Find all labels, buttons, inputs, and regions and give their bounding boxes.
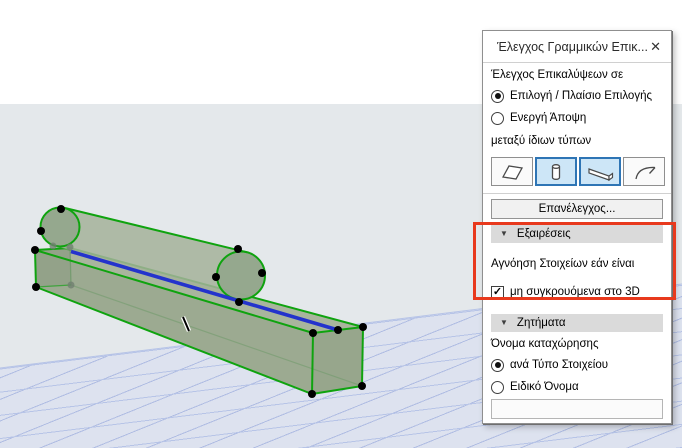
type-button-column[interactable]: [535, 157, 577, 186]
radio-per-element-type[interactable]: ανά Τύπο Στοιχείου: [491, 357, 663, 373]
section-header-label: Ζητήματα: [516, 317, 566, 329]
radio-icon: [491, 358, 504, 372]
radio-icon: [491, 380, 504, 394]
element-type-buttons: [491, 157, 665, 186]
radio-selection-marquee[interactable]: Επιλογή / Πλαίσιο Επιλογής: [491, 88, 663, 104]
scope-label: Έλεγχος Επικαλύψεων σε: [491, 69, 624, 81]
entry-name-label: Όνομα καταχώρησης: [491, 338, 599, 350]
type-button-beam[interactable]: [579, 157, 621, 186]
type-button-curve[interactable]: [623, 157, 665, 186]
issues-section-header[interactable]: ▼ Ζητήματα: [491, 314, 663, 332]
checkbox-icon: ✓: [491, 285, 504, 299]
collision-check-dialog: Έλεγχος Γραμμικών Επικ... ✕ Έλεγχος Επικ…: [482, 30, 672, 424]
beam-icon: [588, 167, 614, 181]
between-types-label: μεταξύ ίδιων τύπων: [491, 135, 592, 147]
close-icon[interactable]: ✕: [650, 39, 661, 55]
checkbox-label: μη συγκρουόμενα στο 3D: [510, 286, 640, 298]
collapse-triangle-icon: ▼: [500, 318, 508, 327]
dialog-titlebar[interactable]: Έλεγχος Γραμμικών Επικ... ✕: [483, 31, 671, 62]
radio-label: ανά Τύπο Στοιχείου: [510, 359, 609, 371]
recheck-button[interactable]: Επανέλεγχος...: [491, 199, 663, 219]
title-separator: [483, 62, 671, 63]
dialog-title: Έλεγχος Γραμμικών Επικ...: [497, 39, 648, 54]
custom-name-input[interactable]: [491, 399, 663, 419]
section-header-label: Εξαιρέσεις: [516, 228, 571, 240]
ignore-elements-label: Αγνόηση Στοιχείων εάν είναι: [491, 258, 635, 270]
buttons-separator: [483, 193, 671, 194]
collapse-triangle-icon: ▼: [500, 229, 508, 238]
type-button-slab[interactable]: [491, 157, 533, 186]
column-icon: [551, 163, 561, 180]
exceptions-section-header[interactable]: ▼ Εξαιρέσεις: [491, 225, 663, 243]
curve-icon: [635, 166, 656, 179]
radio-custom-name[interactable]: Ειδικό Όνομα: [491, 379, 663, 395]
checkbox-not-colliding-3d[interactable]: ✓ μη συγκρουόμενα στο 3D: [491, 284, 663, 300]
radio-label: Επιλογή / Πλαίσιο Επιλογής: [510, 90, 653, 102]
radio-icon: [491, 111, 504, 125]
slab-icon: [501, 164, 524, 180]
radio-label: Ειδικό Όνομα: [510, 381, 579, 393]
radio-active-view[interactable]: Ενεργή Άποψη: [491, 110, 663, 126]
radio-label: Ενεργή Άποψη: [510, 112, 587, 124]
radio-icon: [491, 89, 504, 103]
